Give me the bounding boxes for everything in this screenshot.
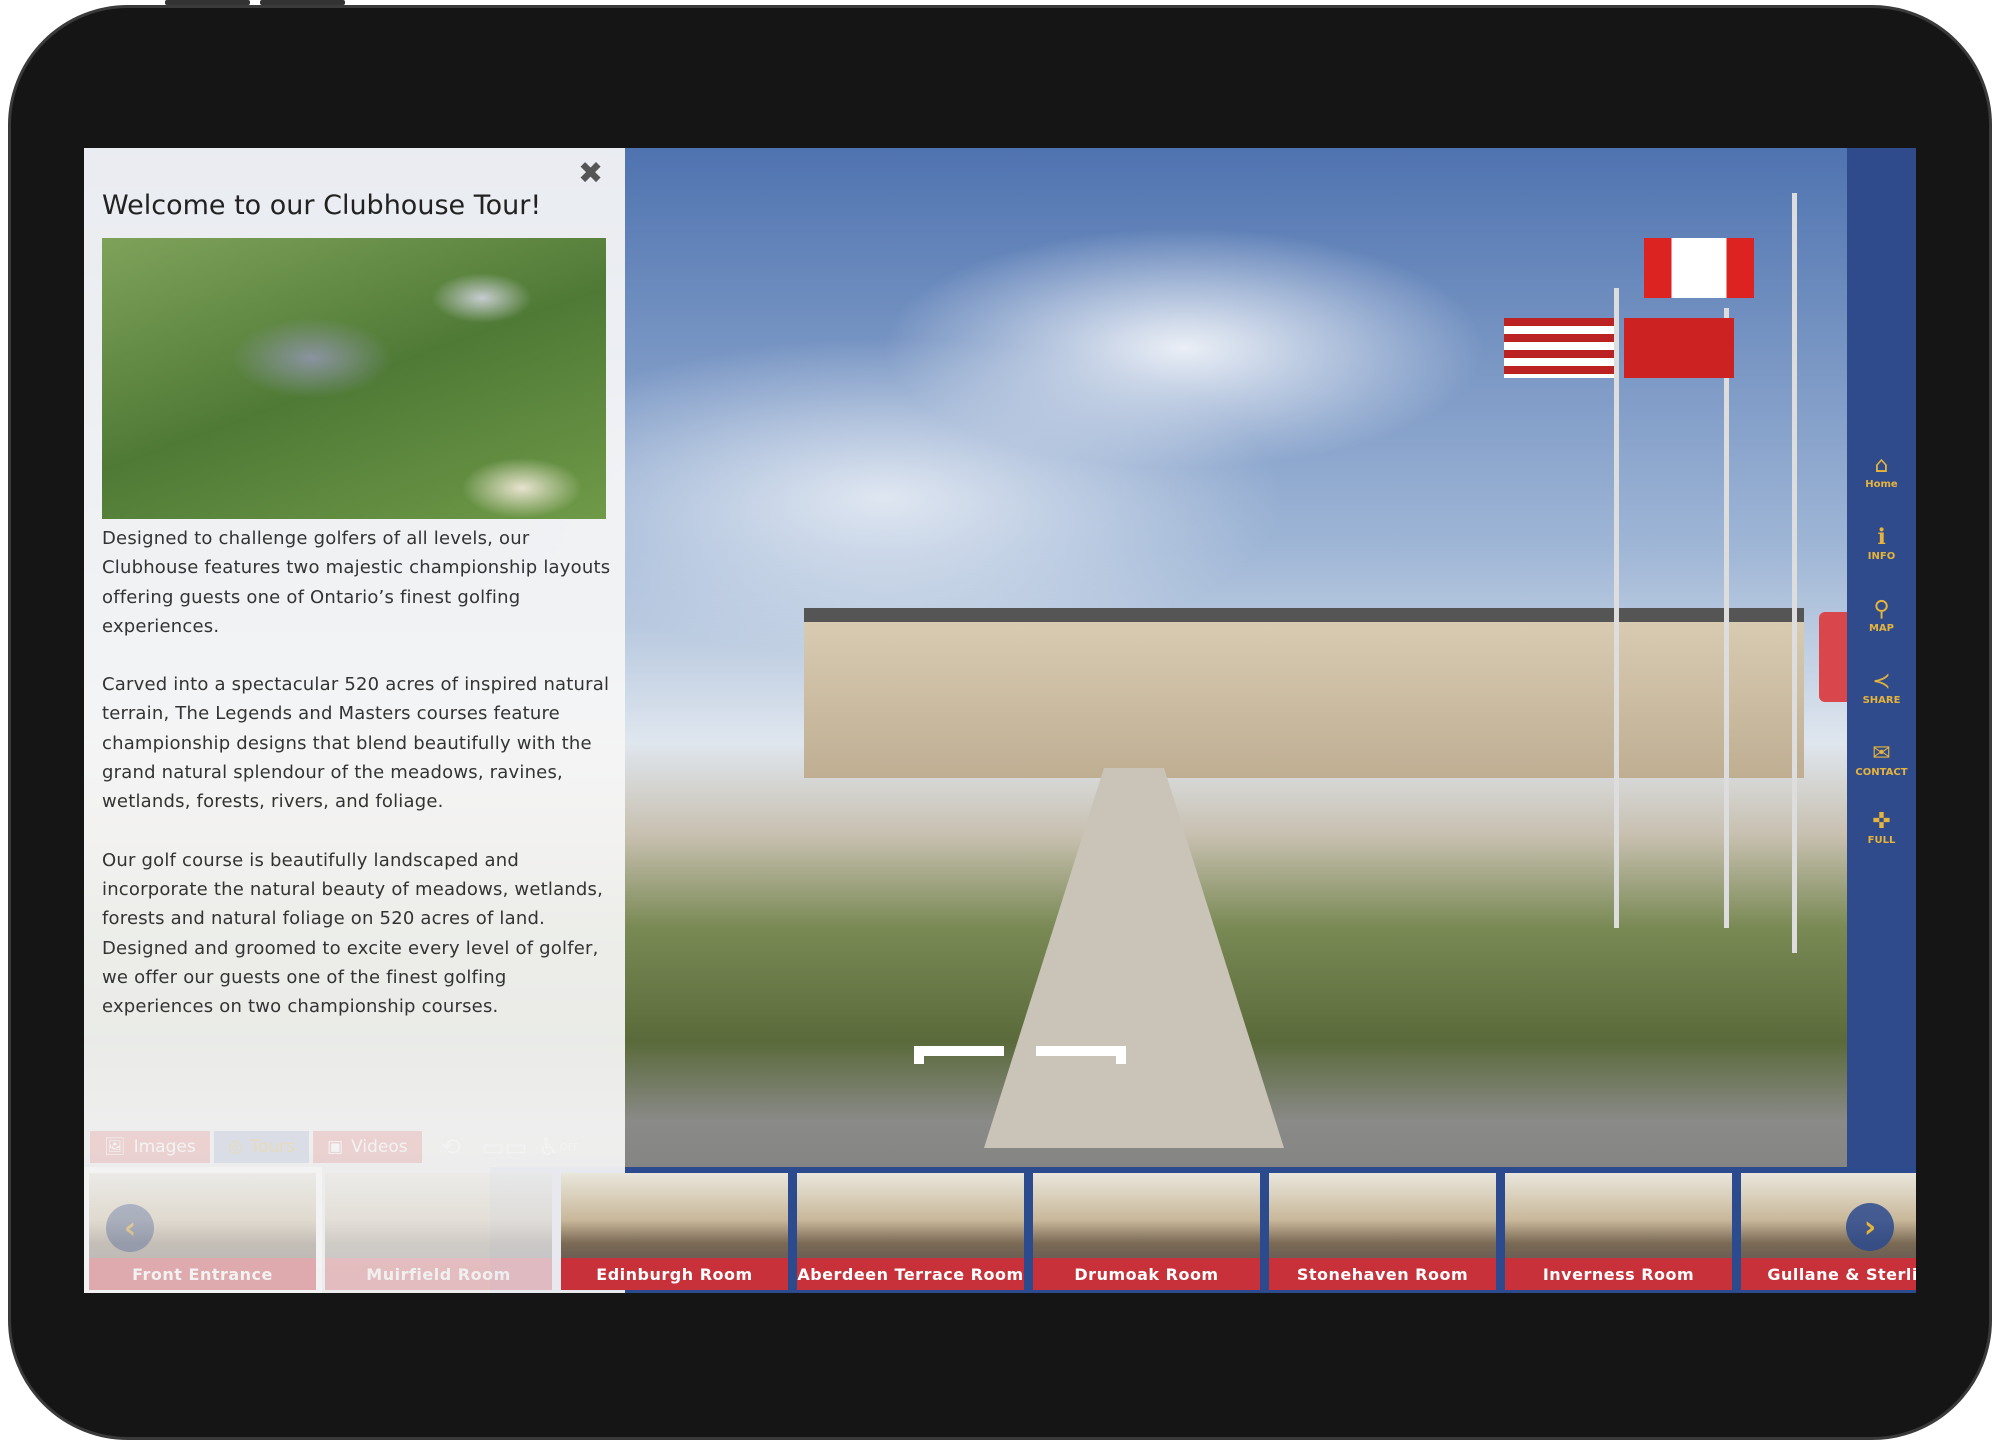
- media-tabs: 🖼 Images ◎ Tours ▣ Videos ⟲ ▭▭ ♿ OFF: [90, 1131, 584, 1163]
- thumbnail-inverness-room[interactable]: Inverness Room: [1505, 1173, 1732, 1290]
- thumbnail-muirfield-room[interactable]: Muirfield Room: [325, 1173, 552, 1290]
- thumbnail-label: Inverness Room: [1505, 1258, 1732, 1290]
- thumbnail-list: Front Entrance Muirfield Room Edinburgh …: [84, 1167, 1916, 1293]
- flag-pole: [1792, 193, 1797, 953]
- canada-flag: [1644, 238, 1754, 298]
- share-icon: ≺: [1872, 669, 1891, 694]
- sidebar-label: Home: [1865, 479, 1898, 490]
- rotate-icon[interactable]: ⟲: [426, 1131, 476, 1163]
- sidebar-item-info[interactable]: ℹ INFO: [1847, 525, 1916, 562]
- panel-description: Designed to challenge golfers of all lev…: [102, 524, 612, 1050]
- thumbnail-stonehaven-room[interactable]: Stonehaven Room: [1269, 1173, 1496, 1290]
- panel-title: Welcome to our Clubhouse Tour!: [102, 190, 542, 221]
- paragraph: Our golf course is beautifully landscape…: [102, 849, 604, 1018]
- tab-videos[interactable]: ▣ Videos: [313, 1131, 422, 1163]
- info-icon: ℹ: [1877, 525, 1886, 550]
- sidebar-item-home[interactable]: ⌂ Home: [1847, 453, 1916, 490]
- thumbnail-drumoak-room[interactable]: Drumoak Room: [1033, 1173, 1260, 1290]
- envelope-icon: ✉: [1872, 741, 1891, 766]
- tab-tours[interactable]: ◎ Tours: [213, 1131, 310, 1163]
- thumbnail-label: Gullane & Sterling: [1741, 1258, 1916, 1290]
- sidebar-label: INFO: [1867, 551, 1896, 562]
- map-pin-icon: ⚲: [1873, 597, 1890, 622]
- close-icon[interactable]: ✖: [578, 156, 603, 191]
- us-flag: [1504, 318, 1614, 378]
- sidebar-item-contact[interactable]: ✉ CONTACT: [1847, 741, 1916, 778]
- sidebar: ⌂ Home ℹ INFO ⚲ MAP ≺ SHARE ✉ CONTACT ✜ FULL: [1847, 148, 1916, 1167]
- thumbnail-label: Stonehaven Room: [1269, 1258, 1496, 1290]
- clubhouse-building: [804, 608, 1804, 778]
- chevron-left-icon[interactable]: ‹: [106, 1204, 154, 1252]
- nav-arrow-right[interactable]: [1036, 1046, 1126, 1064]
- device-button: [165, 0, 250, 5]
- fullscreen-icon: ✜: [1872, 809, 1891, 834]
- sidebar-label: MAP: [1868, 623, 1895, 634]
- thumbnail-label: Muirfield Room: [325, 1258, 552, 1290]
- device-button: [260, 0, 345, 5]
- thumbnail-edinburgh-room[interactable]: Edinburgh Room: [561, 1173, 788, 1290]
- tab-label: Videos: [351, 1137, 408, 1157]
- vr-goggles-icon[interactable]: ▭▭: [480, 1131, 530, 1163]
- sidebar-label: FULL: [1867, 835, 1896, 846]
- sidebar-label: CONTACT: [1855, 767, 1908, 778]
- film-icon: ▣: [327, 1137, 344, 1157]
- tab-label: Tours: [250, 1137, 296, 1157]
- thumbnail-aberdeen-terrace-room[interactable]: Aberdeen Terrace Room: [797, 1173, 1024, 1290]
- sidebar-label: SHARE: [1862, 695, 1901, 706]
- nav-arrow-left[interactable]: [914, 1046, 1004, 1064]
- tour-screen: ✖ Welcome to our Clubhouse Tour! Designe…: [84, 148, 1916, 1293]
- sidebar-item-full[interactable]: ✜ FULL: [1847, 809, 1916, 846]
- info-panel: ✖ Welcome to our Clubhouse Tour! Designe…: [84, 148, 625, 1293]
- accessibility-state: OFF: [559, 1141, 580, 1153]
- wheelchair-icon: ♿: [538, 1133, 560, 1161]
- accessibility-toggle[interactable]: ♿ OFF: [534, 1131, 584, 1163]
- 360-icon: ◎: [227, 1137, 243, 1157]
- ontario-flag: [1624, 318, 1734, 378]
- chevron-right-icon[interactable]: ›: [1846, 1203, 1894, 1251]
- home-icon: ⌂: [1874, 453, 1889, 478]
- thumbnail-label: Edinburgh Room: [561, 1258, 788, 1290]
- flag-pole: [1724, 308, 1729, 928]
- tab-images[interactable]: 🖼 Images: [90, 1131, 210, 1163]
- paragraph: Designed to challenge golfers of all lev…: [102, 528, 611, 637]
- side-panel-toggle[interactable]: [1819, 612, 1847, 702]
- aerial-photo: [102, 238, 606, 519]
- paragraph: Carved into a spectacular 520 acres of i…: [102, 674, 610, 813]
- thumbnail-label: Front Entrance: [89, 1258, 316, 1290]
- image-icon: 🖼: [104, 1137, 126, 1157]
- sidebar-item-map[interactable]: ⚲ MAP: [1847, 597, 1916, 634]
- flag-pole: [1614, 288, 1619, 928]
- thumbnail-label: Aberdeen Terrace Room: [797, 1258, 1024, 1290]
- sidebar-item-share[interactable]: ≺ SHARE: [1847, 669, 1916, 706]
- thumbnail-label: Drumoak Room: [1033, 1258, 1260, 1290]
- tab-label: Images: [133, 1137, 196, 1157]
